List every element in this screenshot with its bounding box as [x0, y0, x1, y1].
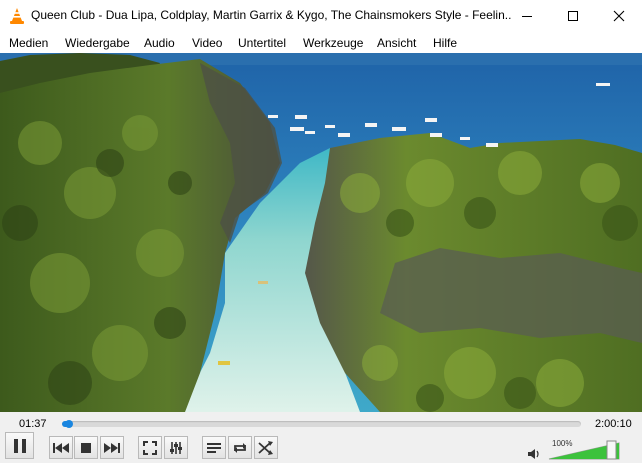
video-area[interactable] [0, 53, 642, 412]
extended-settings-button[interactable] [164, 436, 188, 459]
minimize-button[interactable] [504, 0, 550, 32]
close-icon [613, 10, 625, 22]
seek-handle[interactable] [64, 420, 73, 428]
vlc-cone-icon [10, 8, 24, 24]
elapsed-time: 01:37 [19, 418, 47, 430]
extended-settings-icon [170, 441, 182, 454]
stop-button[interactable] [74, 436, 98, 459]
shuffle-button[interactable] [254, 436, 278, 459]
playlist-icon [207, 442, 221, 453]
menu-medien[interactable]: Medien [9, 36, 48, 50]
window-title: Queen Club - Dua Lipa, Coldplay, Martin … [31, 8, 511, 22]
menu-untertitel[interactable]: Untertitel [238, 36, 286, 50]
pause-button[interactable] [5, 432, 34, 459]
previous-icon [53, 442, 69, 453]
maximize-icon [568, 11, 578, 21]
loop-icon [234, 442, 246, 453]
menu-video[interactable]: Video [192, 36, 222, 50]
volume-slider[interactable] [548, 440, 620, 460]
volume-handle[interactable] [606, 440, 617, 460]
next-icon [104, 442, 120, 453]
next-button[interactable] [100, 436, 124, 459]
minimize-icon [522, 16, 532, 17]
menu-ansicht[interactable]: Ansicht [377, 36, 416, 50]
control-bar: 01:37 2:00:10 100% [0, 412, 642, 463]
loop-button[interactable] [228, 436, 252, 459]
menu-audio[interactable]: Audio [144, 36, 175, 50]
video-frame [0, 53, 642, 412]
shuffle-icon [258, 440, 273, 455]
maximize-button[interactable] [550, 0, 596, 32]
fullscreen-button[interactable] [138, 436, 162, 459]
total-time: 2:00:10 [595, 418, 632, 430]
playlist-button[interactable] [202, 436, 226, 459]
previous-button[interactable] [49, 436, 73, 459]
menu-wiedergabe[interactable]: Wiedergabe [65, 36, 130, 50]
menu-werkzeuge[interactable]: Werkzeuge [303, 36, 363, 50]
close-button[interactable] [596, 0, 642, 32]
seek-slider[interactable] [62, 420, 581, 428]
title-bar: Queen Club - Dua Lipa, Coldplay, Martin … [0, 0, 642, 32]
menu-hilfe[interactable]: Hilfe [433, 36, 457, 50]
speaker-icon[interactable] [527, 447, 541, 461]
menu-bar: Medien Wiedergabe Audio Video Untertitel… [0, 32, 642, 53]
pause-icon [13, 438, 26, 453]
fullscreen-icon [143, 440, 157, 455]
stop-icon [81, 442, 91, 453]
